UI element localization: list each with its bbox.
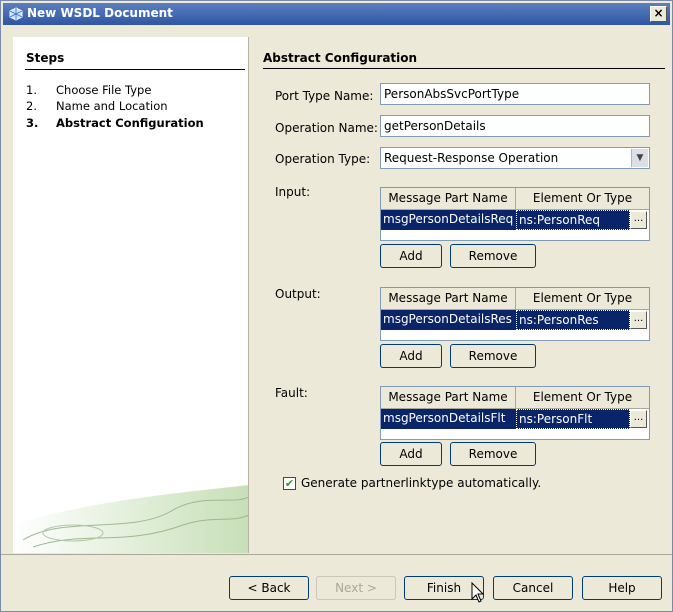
chevron-down-icon[interactable]: ▼ <box>631 149 648 167</box>
table-row[interactable]: msgPersonDetailsReq ns:PersonReq ... <box>381 210 649 230</box>
operation-type-select[interactable]: Request-Response Operation ▼ <box>380 147 650 169</box>
table-header: Message Part Name Element Or Type <box>381 288 649 310</box>
title-bar: New WSDL Document × <box>3 3 670 25</box>
step-1: 1. Choose File Type <box>26 83 151 97</box>
column-header-type[interactable]: Element Or Type <box>516 188 649 210</box>
table-header: Message Part Name Element Or Type <box>381 387 649 409</box>
operation-type-label: Operation Type: <box>275 152 371 166</box>
back-button[interactable]: < Back <box>229 576 309 600</box>
output-table: Message Part Name Element Or Type msgPer… <box>380 287 650 341</box>
input-label: Input: <box>275 185 311 199</box>
operation-name-label: Operation Name: <box>275 121 378 135</box>
element-type-cell[interactable]: ns:PersonReq <box>516 210 630 230</box>
help-button[interactable]: Help <box>582 576 662 600</box>
input-remove-button[interactable]: Remove <box>450 244 536 268</box>
generate-label: Generate partnerlinktype automatically. <box>301 476 542 490</box>
section-title: Abstract Configuration <box>263 51 418 65</box>
part-name-cell[interactable]: msgPersonDetailsFlt <box>381 409 516 429</box>
part-name-cell[interactable]: msgPersonDetailsRes <box>381 310 516 330</box>
browse-button[interactable]: ... <box>630 211 647 229</box>
footer-divider <box>1 554 672 555</box>
operation-type-value: Request-Response Operation <box>384 151 559 165</box>
step-number: 3. <box>26 116 39 130</box>
browse-button[interactable]: ... <box>630 311 647 329</box>
column-header-part[interactable]: Message Part Name <box>381 188 516 210</box>
netbeans-icon <box>9 7 23 24</box>
table-header: Message Part Name Element Or Type <box>381 188 649 210</box>
element-type-cell[interactable]: ns:PersonRes <box>516 310 630 330</box>
browse-button[interactable]: ... <box>630 410 647 428</box>
cancel-button[interactable]: Cancel <box>493 576 573 600</box>
steps-panel: Steps 1. Choose File Type 2. Name and Loca… <box>13 37 249 553</box>
input-table: Message Part Name Element Or Type msgPer… <box>380 187 650 241</box>
mouse-cursor-icon <box>471 582 485 603</box>
output-add-button[interactable]: Add <box>380 344 442 368</box>
step-number: 1. <box>26 83 37 97</box>
step-2: 2. Name and Location <box>26 99 168 113</box>
port-type-label: Port Type Name: <box>275 89 374 103</box>
fault-add-button[interactable]: Add <box>380 442 442 466</box>
steps-title: Steps <box>26 51 65 65</box>
steps-divider <box>25 69 245 70</box>
window-title: New WSDL Document <box>27 6 173 20</box>
table-row[interactable]: msgPersonDetailsFlt ns:PersonFlt ... <box>381 409 649 429</box>
output-label: Output: <box>275 287 321 301</box>
input-add-button[interactable]: Add <box>380 244 442 268</box>
content-panel: Abstract Configuration Port Type Name: P… <box>250 37 670 553</box>
generate-checkbox[interactable]: ✔ <box>283 477 296 490</box>
column-header-part[interactable]: Message Part Name <box>381 387 516 409</box>
next-button[interactable]: Next > <box>316 576 396 600</box>
column-header-type[interactable]: Element Or Type <box>516 387 649 409</box>
close-button[interactable]: × <box>650 6 667 22</box>
step-label: Name and Location <box>56 99 168 113</box>
wizard-window: New WSDL Document × Steps 1. Choose File … <box>0 0 673 612</box>
operation-name-field[interactable]: getPersonDetails <box>380 115 650 137</box>
section-divider <box>263 68 665 69</box>
table-row[interactable]: msgPersonDetailsRes ns:PersonRes ... <box>381 310 649 330</box>
column-header-part[interactable]: Message Part Name <box>381 288 516 310</box>
port-type-field[interactable]: PersonAbsSvcPortType <box>380 83 650 105</box>
output-remove-button[interactable]: Remove <box>450 344 536 368</box>
step-3: 3. Abstract Configuration <box>26 116 204 130</box>
column-header-type[interactable]: Element Or Type <box>516 288 649 310</box>
step-number: 2. <box>26 99 37 113</box>
element-type-cell[interactable]: ns:PersonFlt <box>516 409 630 429</box>
fault-remove-button[interactable]: Remove <box>450 442 536 466</box>
step-label: Choose File Type <box>56 83 152 97</box>
step-label: Abstract Configuration <box>56 116 204 130</box>
part-name-cell[interactable]: msgPersonDetailsReq <box>381 210 516 230</box>
fault-label: Fault: <box>275 386 308 400</box>
fault-table: Message Part Name Element Or Type msgPer… <box>380 386 650 440</box>
decorative-swirl-image <box>13 485 248 553</box>
